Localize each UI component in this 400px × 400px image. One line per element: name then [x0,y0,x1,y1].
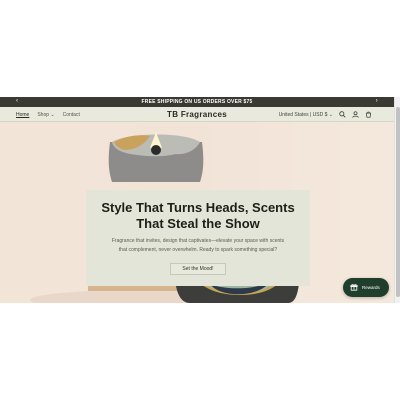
hero-headline-line2: That Steal the Show [136,216,260,231]
announcement-next-icon[interactable]: › [376,98,378,104]
hero-banner: Style That Turns Heads, Scents That Stea… [0,122,394,303]
announcement-prev-icon[interactable]: ‹ [16,98,18,104]
hero-subtext-line1: Fragrance that invites, design that capt… [111,238,285,244]
locale-label: United States | USD $ [278,111,328,118]
hero-subtext-line2: that complement, never overwhelm. Ready … [118,247,278,253]
gift-icon [350,283,358,292]
browser-viewport: ‹ FREE SHIPPING ON US ORDERS OVER $75 › … [0,97,400,303]
set-the-mood-button[interactable]: Set the Mood! [170,263,226,275]
scrollbar-thumb[interactable] [396,107,400,297]
rewards-label: Rewards [362,285,380,290]
announcement-text: FREE SHIPPING ON US ORDERS OVER $75 [141,99,253,105]
hero-content-panel: Style That Turns Heads, Scents That Stea… [86,190,310,286]
account-icon[interactable] [352,111,359,118]
cart-icon[interactable] [365,111,372,118]
search-icon[interactable] [339,111,346,118]
hero-subtext: Fragrance that invites, design that capt… [96,237,300,255]
page-scrollbar[interactable] [394,97,400,303]
hero-headline: Style That Turns Heads, Scents That Stea… [86,200,310,232]
header-actions: United States | USD $ ⌄ [279,111,372,118]
hero-headline-line1: Style That Turns Heads, Scents [101,200,295,215]
announcement-bar: ‹ FREE SHIPPING ON US ORDERS OVER $75 › [0,97,394,107]
rewards-button[interactable]: Rewards [343,278,389,297]
chevron-down-icon: ⌄ [328,111,333,118]
site-header: Home Shop ⌄ Contact TB Fragrances United… [0,107,394,122]
locale-selector[interactable]: United States | USD $ ⌄ [279,112,333,118]
